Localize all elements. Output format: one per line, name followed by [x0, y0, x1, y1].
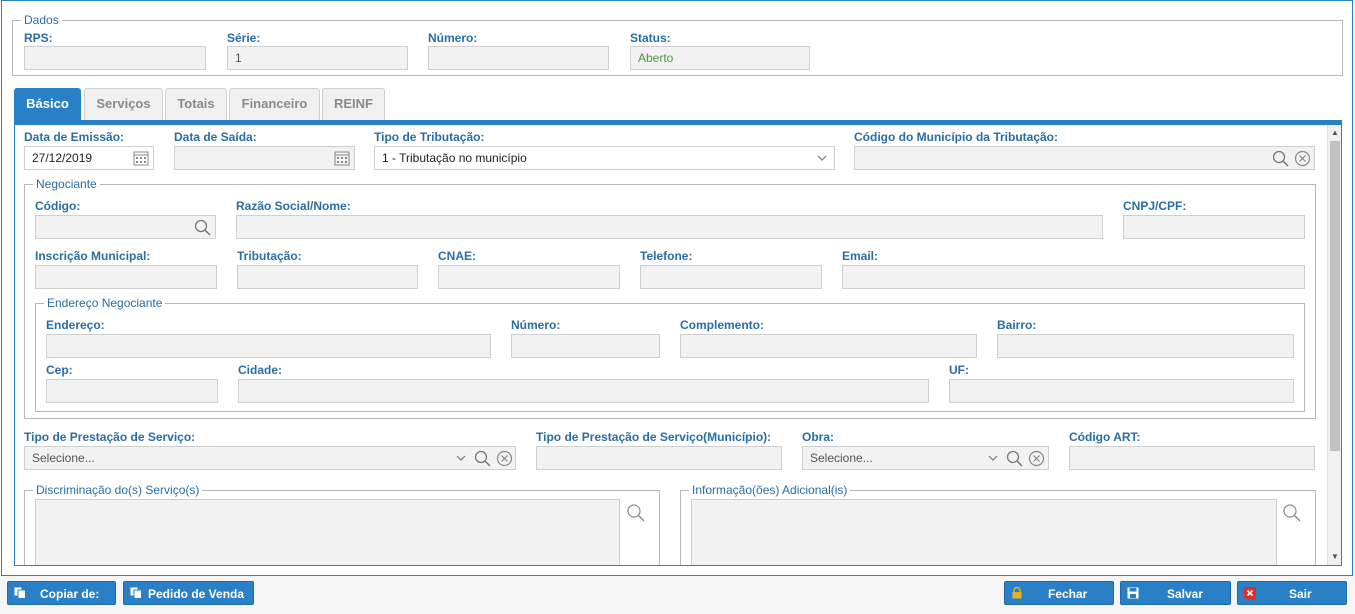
endereco-field[interactable] [46, 334, 491, 358]
clear-icon[interactable] [1294, 150, 1311, 167]
tab-reinf[interactable]: REINF [322, 88, 385, 120]
complemento-label: Complemento: [680, 318, 764, 332]
tributacao-field[interactable] [237, 265, 418, 289]
chevron-down-icon[interactable] [988, 454, 998, 462]
scroll-up-icon[interactable]: ▲ [1331, 129, 1339, 137]
lock-icon [1012, 587, 1022, 599]
serie-label: Série: [227, 31, 261, 45]
inscricao-label: Inscrição Municipal: [35, 249, 151, 263]
tab-servicos[interactable]: Serviços [84, 88, 163, 120]
scroll-thumb[interactable] [1330, 141, 1340, 451]
clear-icon[interactable] [496, 450, 513, 467]
basico-panel: Data de Emissão: 27/12/2019 Data de Saíd… [14, 120, 1342, 566]
email-field[interactable] [842, 265, 1305, 289]
codigo-art-field[interactable] [1069, 446, 1315, 470]
status-field: Aberto [630, 46, 810, 70]
search-icon[interactable] [1282, 503, 1302, 523]
inscricao-field[interactable] [35, 265, 217, 289]
pedido-venda-button[interactable]: Pedido de Venda [123, 581, 254, 605]
bairro-label: Bairro: [997, 318, 1037, 332]
copy-icon [14, 587, 26, 599]
chevron-down-icon[interactable] [456, 454, 466, 462]
cnae-label: CNAE: [438, 249, 476, 263]
cidade-field[interactable] [238, 379, 929, 403]
codigo-label: Código: [35, 199, 81, 213]
codigo-field[interactable] [35, 215, 216, 239]
cep-field[interactable] [46, 379, 218, 403]
end-numero-field[interactable] [511, 334, 660, 358]
tipo-tributacao-select[interactable]: 1 - Tributação no município [374, 146, 835, 170]
razao-label: Razão Social/Nome: [236, 199, 351, 213]
save-icon [1127, 587, 1139, 599]
copiar-label: Copiar de: [40, 587, 100, 601]
salvar-button[interactable]: Salvar [1120, 581, 1231, 605]
tipo-prestacao-label: Tipo de Prestação de Serviço: [24, 430, 196, 444]
pedido-label: Pedido de Venda [148, 587, 245, 601]
endereco-legend: Endereço Negociante [47, 296, 163, 310]
cnpj-field[interactable] [1123, 215, 1305, 239]
search-icon[interactable] [1272, 150, 1289, 167]
rps-field[interactable] [24, 46, 206, 70]
tipo-prestacao-mun-label: Tipo de Prestação de Serviço(Município): [536, 430, 772, 444]
fechar-button[interactable]: Fechar [1004, 581, 1114, 605]
complemento-field[interactable] [680, 334, 977, 358]
razao-field[interactable] [236, 215, 1103, 239]
panel-scrollbar[interactable]: ▲ ▼ [1327, 125, 1341, 565]
cnae-field[interactable] [438, 265, 620, 289]
calendar-icon[interactable] [334, 150, 350, 166]
rps-label: RPS: [24, 31, 53, 45]
salvar-label: Salvar [1167, 587, 1204, 601]
sair-label: Sair [1289, 587, 1312, 601]
discriminacao-legend: Discriminação do(s) Serviço(s) [36, 483, 200, 497]
data-emissao-label: Data de Emissão: [24, 130, 125, 144]
codigo-municipio-label: Código do Município da Tributação: [854, 130, 1058, 144]
clear-icon[interactable] [1028, 450, 1045, 467]
cep-label: Cep: [46, 363, 73, 377]
tipo-prestacao-mun-field[interactable] [536, 446, 782, 470]
cidade-label: Cidade: [238, 363, 283, 377]
tipo-prestacao-select[interactable]: Selecione... [24, 446, 516, 470]
codigo-municipio-field[interactable] [854, 146, 1315, 170]
tab-financeiro[interactable]: Financeiro [229, 88, 320, 120]
chevron-down-icon[interactable] [817, 154, 827, 162]
dados-legend: Dados [24, 13, 59, 27]
fechar-label: Fechar [1048, 587, 1088, 601]
informacao-legend: Informação(ões) Adicional(is) [692, 483, 848, 497]
telefone-field[interactable] [640, 265, 822, 289]
copy-icon [130, 587, 142, 599]
bairro-field[interactable] [997, 334, 1294, 358]
negociante-legend: Negociante [36, 177, 97, 191]
uf-field[interactable] [949, 379, 1294, 403]
status-label: Status: [630, 31, 671, 45]
obra-label: Obra: [802, 430, 835, 444]
scroll-down-icon[interactable]: ▼ [1331, 553, 1339, 561]
tab-basico[interactable]: Básico [14, 88, 81, 120]
codigo-art-label: Código ART: [1069, 430, 1141, 444]
discriminacao-textarea[interactable] [35, 499, 620, 565]
search-icon[interactable] [194, 219, 211, 236]
tributacao-label: Tributação: [237, 249, 302, 263]
calendar-icon[interactable] [133, 150, 149, 166]
numero-field[interactable] [428, 46, 609, 70]
cnpj-label: CNPJ/CPF: [1123, 199, 1187, 213]
numero-label: Número: [428, 31, 478, 45]
informacao-textarea[interactable] [691, 499, 1277, 565]
endereco-label: Endereço: [46, 318, 105, 332]
email-label: Email: [842, 249, 879, 263]
tipo-tributacao-label: Tipo de Tributação: [374, 130, 485, 144]
uf-label: UF: [949, 363, 969, 377]
serie-field[interactable]: 1 [227, 46, 408, 70]
exit-icon [1244, 587, 1256, 599]
data-saida-field[interactable] [174, 146, 355, 170]
telefone-label: Telefone: [640, 249, 693, 263]
tab-totais[interactable]: Totais [165, 88, 227, 120]
search-icon[interactable] [474, 450, 491, 467]
search-icon[interactable] [1006, 450, 1023, 467]
data-saida-label: Data de Saída: [174, 130, 257, 144]
end-numero-label: Número: [511, 318, 561, 332]
copiar-button[interactable]: Copiar de: [7, 581, 116, 605]
main-window: Dados RPS: Série: 1 Número: Status: Aber… [1, 0, 1353, 576]
sair-button[interactable]: Sair [1237, 581, 1347, 605]
search-icon[interactable] [626, 503, 646, 523]
